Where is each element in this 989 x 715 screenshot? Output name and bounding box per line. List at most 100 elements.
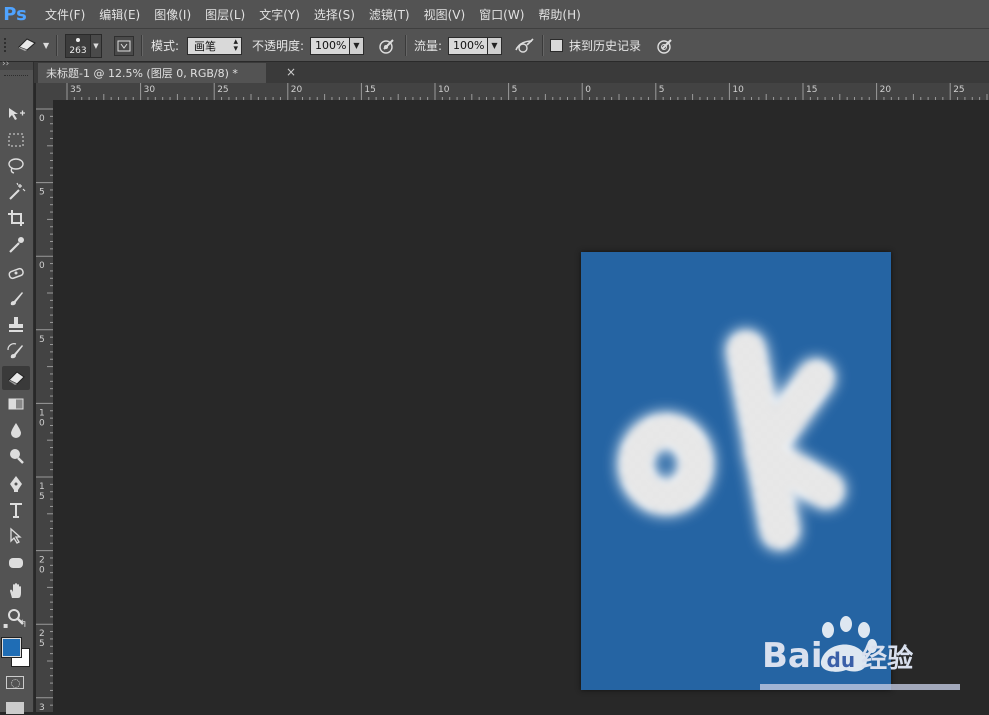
tools-panel: ›› ▪ ↰ — [0, 59, 34, 714]
tool-hand[interactable] — [2, 579, 30, 603]
grip-handle[interactable] — [4, 75, 28, 78]
gradient-icon — [8, 398, 24, 410]
erase-history-checkbox[interactable] — [550, 39, 563, 52]
move-icon — [9, 108, 25, 120]
grip-handle[interactable] — [4, 29, 10, 62]
stepper-icon: ▴ ▾ — [233, 36, 238, 54]
vertical-ruler[interactable]: 0505101520253 — [36, 100, 53, 714]
tool-pen[interactable] — [2, 472, 30, 496]
watermark-suffix: 经验 — [861, 644, 914, 674]
brush-panel-toggle[interactable] — [114, 29, 134, 62]
flow-value[interactable]: 100% — [448, 36, 488, 55]
opacity-value[interactable]: 100% — [310, 36, 350, 55]
eraser-preset-picker[interactable]: ▼ — [16, 29, 49, 62]
type-icon — [10, 503, 22, 518]
photoshop-logo[interactable]: Ps — [0, 0, 30, 28]
brush-size-picker[interactable]: 263 ▼ — [65, 29, 102, 62]
menu-edit[interactable]: 编辑(E) — [92, 6, 147, 23]
ruler-label: 5 — [39, 639, 45, 649]
ruler-label: 5 — [39, 188, 45, 198]
foreground-color-swatch[interactable] — [1, 637, 22, 658]
pressure-opacity-button[interactable] — [378, 29, 398, 62]
ruler-label: 1 — [39, 482, 45, 492]
tool-path-select[interactable] — [2, 524, 30, 548]
toolbox-header: ›› — [0, 59, 33, 70]
tool-eraser[interactable] — [2, 366, 30, 390]
tool-brush[interactable] — [2, 287, 30, 311]
tool-eyedropper[interactable] — [2, 233, 30, 257]
mode-select[interactable]: 画笔 ▴ ▾ — [187, 29, 242, 62]
magic-wand-icon — [9, 182, 26, 200]
horizontal-ruler[interactable]: 35 30 25 20 15 10 5 0 5 10 15 20 25 — [53, 83, 989, 100]
mode-value: 画笔 — [194, 39, 216, 53]
quick-mask-icon[interactable] — [6, 676, 24, 689]
menu-layer[interactable]: 图层(L) — [198, 6, 252, 23]
menu-view[interactable]: 视图(V) — [417, 6, 473, 23]
menu-image[interactable]: 图像(I) — [147, 6, 198, 23]
ruler-label: 2 — [39, 556, 45, 566]
tablet-pressure-size-icon — [657, 38, 672, 54]
swap-colors-icon[interactable]: ↰ — [19, 619, 27, 630]
brush-size-value: 263 — [69, 45, 87, 56]
chevron-down-icon: ▼ — [43, 41, 50, 50]
ruler-label: 15 — [364, 85, 375, 95]
tool-shape[interactable] — [2, 551, 30, 575]
tool-crop[interactable] — [2, 206, 30, 230]
close-icon[interactable]: × — [286, 65, 296, 79]
tool-blur[interactable] — [2, 418, 30, 442]
menu-filter[interactable]: 滤镜(T) — [362, 6, 417, 23]
ruler-label: 25 — [953, 85, 964, 95]
ruler-label: 1 — [39, 408, 45, 418]
tool-lasso[interactable] — [2, 154, 30, 178]
default-colors-icon[interactable]: ▪ — [3, 621, 8, 630]
tool-dodge[interactable] — [2, 444, 30, 468]
divider — [542, 35, 544, 56]
chevron-down-icon[interactable]: ▼ — [350, 36, 364, 55]
mode-label: 模式: — [151, 39, 180, 53]
opacity-field[interactable]: 100% ▼ — [310, 29, 364, 62]
divider — [56, 35, 58, 56]
eraser-icon — [8, 371, 25, 385]
menu-select[interactable]: 选择(S) — [307, 6, 362, 23]
document-tab[interactable]: 未标题-1 @ 12.5% (图层 0, RGB/8) * — [38, 63, 266, 83]
brush-icon — [10, 292, 23, 306]
menu-help[interactable]: 帮助(H) — [531, 6, 587, 23]
ruler-origin[interactable] — [36, 83, 53, 100]
options-bar: ▼ 263 ▼ 模式: 画笔 ▴ ▾ 不透明度: 100% ▼ 流量: 100% … — [0, 28, 989, 62]
swatch-controls: ▪ ↰ — [0, 619, 33, 632]
tool-move[interactable] — [2, 102, 30, 126]
ruler-label: 35 — [70, 85, 81, 95]
brush-tip-icon — [76, 37, 80, 42]
ruler-label: 20 — [291, 85, 303, 95]
ruler-label: 5 — [512, 85, 518, 95]
tool-healing[interactable] — [2, 261, 30, 285]
menu-type[interactable]: 文字(Y) — [252, 6, 307, 23]
airbrush-button[interactable] — [514, 29, 536, 62]
airbrush-icon — [515, 37, 534, 53]
tool-marquee[interactable] — [2, 128, 30, 152]
ruler-label: 30 — [144, 85, 156, 95]
tool-gradient[interactable] — [2, 392, 30, 416]
pressure-size-button[interactable] — [656, 29, 676, 62]
erase-history-option[interactable]: 抹到历史记录 — [550, 29, 641, 62]
expand-icon[interactable]: ›› — [2, 59, 9, 69]
chevron-down-icon[interactable]: ▼ — [488, 36, 502, 55]
menu-file[interactable]: 文件(F) — [38, 6, 92, 23]
stamp-icon — [9, 317, 23, 332]
tool-stamp[interactable] — [2, 313, 30, 337]
document-tab-title: 未标题-1 @ 12.5% (图层 0, RGB/8) * — [46, 67, 238, 80]
ruler-label: 20 — [880, 85, 892, 95]
erase-history-label: 抹到历史记录 — [569, 39, 642, 53]
ruler-label: 2 — [39, 629, 45, 639]
blur-icon — [11, 423, 21, 438]
tool-magic-wand[interactable] — [2, 180, 30, 204]
dodge-icon — [10, 449, 24, 464]
screen-mode-icon[interactable] — [6, 702, 24, 714]
ruler-label: 0 — [39, 566, 45, 576]
lasso-icon — [8, 158, 24, 174]
document-tab-bar: 未标题-1 @ 12.5% (图层 0, RGB/8) * × — [34, 62, 989, 83]
flow-field[interactable]: 100% ▼ — [448, 29, 502, 62]
menu-window[interactable]: 窗口(W) — [472, 6, 531, 23]
tool-history-brush[interactable] — [2, 340, 30, 364]
tool-type[interactable] — [2, 498, 30, 522]
